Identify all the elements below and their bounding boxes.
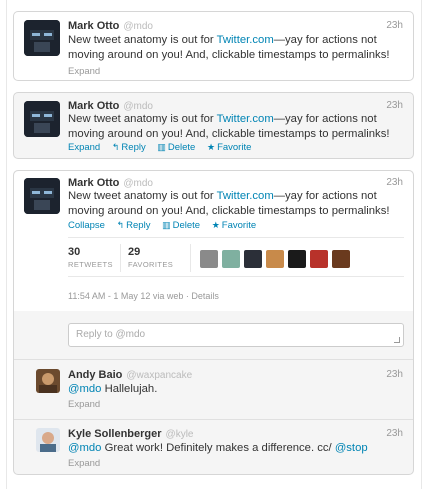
retweets-label: RETWEETS (68, 260, 113, 269)
tweet-datetime[interactable]: 11:54 AM - 1 May 12 via web (68, 291, 183, 301)
timestamp[interactable]: 23h (386, 100, 403, 111)
retweets-count: 30 (68, 246, 81, 258)
reply-input[interactable]: Reply to @mdo (68, 323, 404, 347)
tweet-stats: 30 RETWEETS 29 FAVORITES (68, 237, 404, 277)
timestamp[interactable]: 23h (386, 177, 403, 188)
author-name[interactable]: Mark Otto @mdo (68, 177, 153, 189)
divider (14, 419, 413, 420)
tweet-link[interactable]: Twitter.com (217, 190, 274, 202)
favorite-button[interactable]: ★ Favorite (207, 142, 251, 153)
avatar[interactable] (24, 20, 60, 56)
divider (14, 359, 413, 360)
stat-divider (190, 244, 191, 272)
author-name[interactable]: Andy Baio @waxpancake (68, 369, 192, 381)
avatar[interactable] (24, 178, 60, 214)
timestamp[interactable]: 23h (386, 428, 403, 439)
star-icon: ★ (211, 220, 220, 230)
reply-button[interactable]: ↰ Reply (117, 220, 151, 231)
tweet-item[interactable]: Mark Otto @mdo 23h New tweet anatomy is o… (13, 11, 414, 81)
reply-button[interactable]: ↰ Reply (112, 142, 146, 153)
timestamp[interactable]: 23h (386, 20, 403, 31)
favorites-stat[interactable]: 29 FAVORITES (128, 246, 173, 269)
delete-button[interactable]: ▥ Delete (157, 142, 195, 153)
expand-link[interactable]: Expand (68, 458, 100, 469)
author-handle[interactable]: @mdo (123, 21, 153, 32)
expand-link[interactable]: Expand (68, 66, 100, 77)
avatar[interactable] (244, 250, 262, 268)
trash-icon: ▥ (157, 142, 166, 152)
delete-button[interactable]: ▥ Delete (162, 220, 200, 231)
details-link[interactable]: Details (191, 291, 219, 301)
mention-link[interactable]: @mdo (68, 442, 101, 454)
tweet-text: New tweet anatomy is out for Twitter.com… (68, 34, 390, 61)
tweet-expanded[interactable]: Mark Otto @mdo 23h New tweet anatomy is o… (13, 170, 414, 475)
reply-icon: ↰ (111, 142, 120, 152)
tweet-link[interactable]: Twitter.com (217, 34, 274, 46)
author-handle[interactable]: @kyle (166, 429, 194, 440)
author-handle[interactable]: @mdo (123, 101, 153, 112)
favorites-count: 29 (128, 246, 141, 258)
author-name[interactable]: Kyle Sollenberger @kyle (68, 428, 193, 440)
favoriters-avatars (200, 250, 354, 271)
mention-link[interactable]: @stop (335, 442, 368, 454)
collapse-link[interactable]: Collapse (68, 220, 105, 231)
author-handle[interactable]: @mdo (123, 178, 153, 189)
expand-link[interactable]: Expand (68, 399, 100, 410)
avatar[interactable] (332, 250, 350, 268)
reply-text: @mdo Great work! Definitely makes a diff… (68, 442, 368, 454)
favorite-button[interactable]: ★ Favorite (212, 220, 256, 231)
avatar[interactable] (36, 369, 60, 393)
author-name[interactable]: Mark Otto @mdo (68, 20, 153, 32)
reply-text: @mdo Hallelujah. (68, 383, 158, 395)
trash-icon: ▥ (162, 220, 171, 230)
retweets-stat[interactable]: 30 RETWEETS (68, 246, 113, 269)
star-icon: ★ (206, 142, 216, 152)
tweet-text: New tweet anatomy is out for Twitter.com… (68, 190, 390, 217)
avatar[interactable] (36, 428, 60, 452)
expand-link[interactable]: Expand (68, 142, 100, 153)
avatar[interactable] (200, 250, 218, 268)
author-name[interactable]: Mark Otto @mdo (68, 100, 153, 112)
tweet-text: New tweet anatomy is out for Twitter.com… (68, 113, 390, 140)
avatar[interactable] (24, 101, 60, 137)
author-handle[interactable]: @waxpancake (126, 370, 192, 381)
tweet-link[interactable]: Twitter.com (217, 113, 274, 125)
stat-divider (120, 244, 121, 272)
tweet-item[interactable]: Mark Otto @mdo 23h New tweet anatomy is o… (13, 92, 414, 159)
timestamp[interactable]: 23h (386, 369, 403, 380)
favorites-label: FAVORITES (128, 260, 174, 269)
avatar[interactable] (310, 250, 328, 268)
avatar[interactable] (288, 250, 306, 268)
avatar[interactable] (266, 250, 284, 268)
reply-icon: ↰ (116, 220, 125, 230)
tweet-meta: 11:54 AM - 1 May 12 via web · Details (68, 291, 219, 301)
avatar[interactable] (222, 250, 240, 268)
mention-link[interactable]: @mdo (68, 383, 101, 395)
